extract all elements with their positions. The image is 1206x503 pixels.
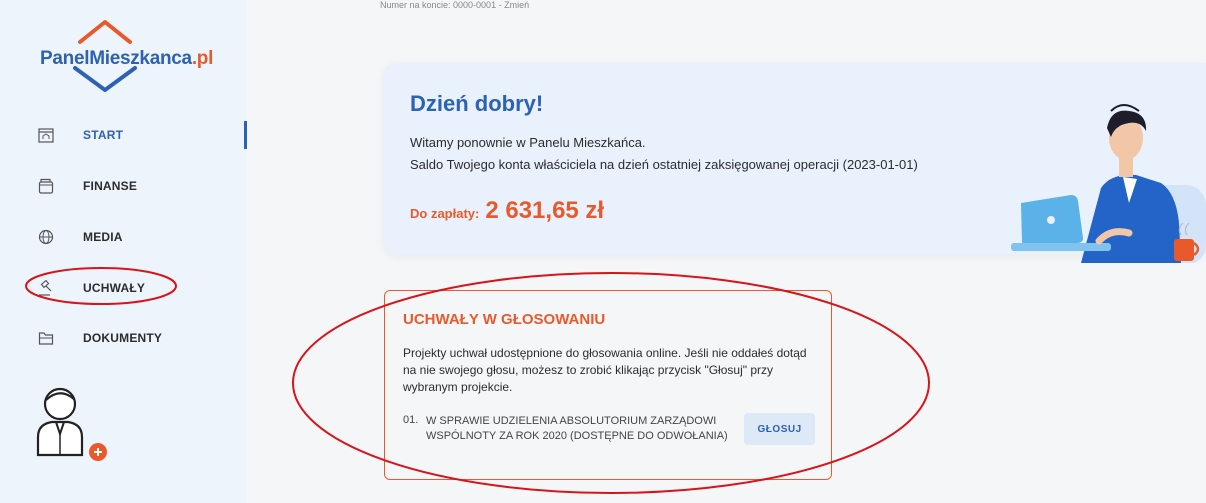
user-add-avatar-icon[interactable] — [30, 382, 120, 462]
logo[interactable]: PanelMieszkanca.pl — [25, 18, 213, 93]
votes-title: UCHWAŁY W GŁOSOWANIU — [403, 311, 606, 328]
wallet-icon — [37, 177, 55, 195]
votes-description: Projekty uchwał udostępnione do głosowan… — [403, 346, 807, 394]
sidebar-item-label: UCHWAŁY — [83, 281, 146, 295]
active-indicator — [244, 121, 247, 149]
balance-info: Saldo Twojego konta właściciela na dzień… — [410, 157, 918, 172]
sidebar-item-label: MEDIA — [83, 230, 123, 244]
home-window-icon — [37, 126, 55, 144]
vote-button[interactable]: GŁOSUJ — [744, 413, 815, 445]
sidebar-item-finanse[interactable]: FINANSE — [37, 169, 247, 203]
sidebar: PanelMieszkanca.pl START FINANSE MEDIA U… — [0, 0, 247, 503]
welcome-title: Dzień dobry! — [410, 91, 544, 116]
folder-icon — [37, 329, 55, 347]
welcome-panel: Dzień dobry! Witamy ponownie w Panelu Mi… — [383, 63, 1206, 265]
resolution-number: 01. — [403, 414, 419, 426]
amount-due: Do zapłaty: 2 631,65 zł — [410, 197, 604, 225]
person-with-laptop-illustration — [1011, 103, 1206, 265]
globe-icon — [37, 228, 55, 246]
logo-suffix: .pl — [191, 48, 214, 69]
sidebar-item-label: DOKUMENTY — [83, 331, 163, 345]
logo-text: PanelMieszkanca.pl — [40, 48, 213, 70]
sidebar-item-label: START — [83, 128, 124, 142]
amount-due-value: 2 631,65 zł — [485, 197, 605, 224]
amount-due-label: Do zapłaty: — [410, 206, 480, 221]
sidebar-item-start[interactable]: START — [37, 118, 247, 152]
sidebar-item-label: FINANSE — [83, 179, 138, 193]
list-item: 01. W SPRAWIE UDZIELENIA ABSOLUTORIUM ZA… — [403, 413, 815, 445]
welcome-message: Witamy ponownie w Panelu Mieszkańca. — [410, 135, 646, 150]
sidebar-item-dokumenty[interactable]: DOKUMENTY — [37, 321, 247, 355]
account-number-fragment: Numer na koncie: 0000-0001 - Zmień — [380, 0, 530, 8]
votes-card: UCHWAŁY W GŁOSOWANIU Projekty uchwał udo… — [384, 290, 832, 480]
gavel-icon — [37, 279, 55, 297]
sidebar-item-uchwaly[interactable]: UCHWAŁY — [37, 271, 247, 305]
logo-main: PanelMieszkanca — [40, 48, 192, 69]
sidebar-item-media[interactable]: MEDIA — [37, 220, 247, 254]
resolution-title: W SPRAWIE UDZIELENIA ABSOLUTORIUM ZARZĄD… — [425, 415, 728, 442]
